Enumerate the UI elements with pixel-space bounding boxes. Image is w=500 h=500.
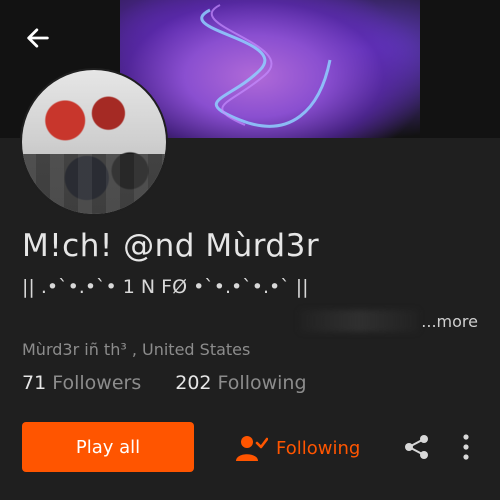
following-label: Following — [217, 372, 307, 394]
user-check-icon — [236, 436, 268, 461]
followers-count: 71 — [22, 372, 47, 394]
profile-stats: 71 Followers 202 Following — [22, 372, 307, 394]
avatar-image-detail — [22, 153, 166, 214]
following-button[interactable]: Following — [236, 428, 360, 468]
following-stat[interactable]: 202 Following — [175, 372, 306, 394]
share-button[interactable] — [402, 432, 432, 462]
more-options-button[interactable] — [452, 432, 480, 462]
profile-avatar — [22, 70, 166, 214]
profile-location: Mùrd3r iñ th³ , United States — [22, 340, 251, 359]
arrow-left-icon — [27, 28, 49, 48]
play-all-button[interactable]: Play all — [22, 422, 194, 472]
bio-more-link[interactable]: ...more — [421, 312, 478, 331]
bio-faded-text — [300, 310, 418, 332]
following-button-label: Following — [276, 437, 361, 459]
share-icon — [405, 435, 428, 459]
following-count: 202 — [175, 372, 212, 394]
profile-username: M!ch! @nd Mùrd3r — [22, 228, 320, 264]
back-button[interactable] — [22, 22, 54, 54]
followers-label: Followers — [52, 372, 142, 394]
banner-swirl-decoration — [200, 4, 332, 128]
profile-bio: || .•`•.•`• 1 N FØ •`•.•`•.•` || — [22, 276, 309, 298]
followers-stat[interactable]: 71 Followers — [22, 372, 141, 394]
more-vertical-icon — [463, 434, 469, 460]
